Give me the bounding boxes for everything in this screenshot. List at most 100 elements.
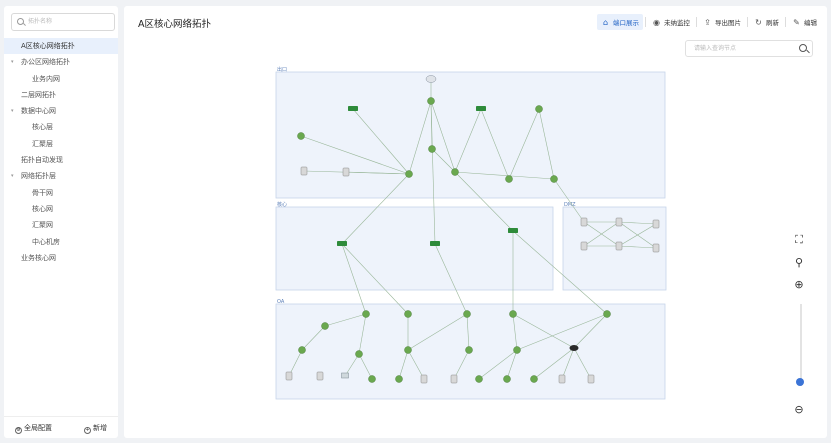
tree-item[interactable]: 业务核心网 [4,250,118,266]
router-icon[interactable] [550,175,558,183]
server-icon[interactable] [316,371,324,381]
router-icon[interactable] [362,310,370,318]
tree-item[interactable]: 业务内网 [4,71,118,87]
cloud-icon[interactable] [425,75,437,83]
router-icon[interactable] [427,97,435,105]
node-search-input[interactable]: 请输入查询节点 [685,40,813,57]
server-icon[interactable] [300,166,308,176]
router-icon[interactable] [428,145,436,153]
toolbar-button[interactable]: ↻ 刷新 [750,14,783,30]
toolbar-button[interactable]: ✎ 编辑 [788,14,821,30]
topology-search-input[interactable]: 拓扑名称 [11,13,115,31]
switch-icon[interactable] [337,241,347,246]
switch-icon[interactable] [430,241,440,246]
router-icon[interactable] [503,375,511,383]
server-icon[interactable] [652,243,660,253]
topology-canvas[interactable]: 出口核心 DMZ OA [124,6,827,438]
router-icon[interactable] [298,346,306,354]
zoom-out-button[interactable]: ⊖ [792,403,806,417]
router-icon[interactable] [513,346,521,354]
tree-item[interactable]: ▾ 网络拓扑层 [4,168,118,184]
switch-icon[interactable] [508,228,518,233]
router-icon[interactable] [355,350,363,358]
toolbar-button[interactable]: ⌂ 端口展示 [597,14,643,30]
fit-screen-icon: ⛶ [795,233,803,246]
server-icon[interactable] [342,167,350,177]
chevron-down-icon[interactable]: ▾ [11,168,14,184]
server-icon[interactable] [450,374,458,384]
tree-item[interactable]: 核心层 [4,119,118,135]
zoom-in-button[interactable]: ⊕ [792,278,806,292]
server-icon[interactable] [420,374,428,384]
tree-item-label: 拓扑自动发现 [21,156,63,165]
monitor-icon: ◉ [653,17,660,27]
router-icon[interactable] [603,310,611,318]
fit-screen-button[interactable]: ⛶ [792,233,806,247]
switch-icon[interactable] [348,106,358,111]
main-panel: 出口 核心 DMZ OA A区核心网络拓扑 ⌂ 端口展示 ◉ 未纳监控 ⇪ 导出图片 ↻ 刷新 ✎ 编辑… [124,6,827,438]
router-icon[interactable] [535,105,543,113]
server-icon[interactable] [580,241,588,251]
firewall-icon[interactable] [569,345,579,351]
zoom-out-icon: ⊖ [794,403,804,416]
server-icon[interactable] [652,219,660,229]
router-icon[interactable] [451,168,459,176]
tree-item[interactable]: A区核心网络拓扑 [4,38,118,55]
router-icon[interactable] [297,132,305,140]
toolbar-button[interactable]: ⇪ 导出图片 [699,14,745,30]
tree-item[interactable]: 汇聚网 [4,217,118,233]
switch-icon[interactable] [476,106,486,111]
router-icon[interactable] [404,346,412,354]
sidebar-footer: ⚙ 全局配置 + 新增 [4,416,118,438]
server-icon[interactable] [580,217,588,227]
router-icon[interactable] [505,175,513,183]
server-icon[interactable] [615,241,623,251]
group-label: OA [277,299,285,305]
server-icon[interactable] [558,374,566,384]
tree-item[interactable]: 汇聚层 [4,136,118,152]
tree-item-label: 网络拓扑层 [21,172,56,181]
chevron-down-icon[interactable]: ▾ [11,103,14,119]
router-icon[interactable] [368,375,376,383]
zoom-slider-handle[interactable] [796,377,804,386]
server-icon[interactable] [587,374,595,384]
tree-item[interactable]: 骨干网 [4,185,118,201]
pc-icon[interactable] [341,372,349,379]
router-icon[interactable] [475,375,483,383]
toolbar-button[interactable]: ◉ 未纳监控 [648,14,694,30]
global-config-button[interactable]: ⚙ 全局配置 [15,423,52,434]
server-icon[interactable] [615,217,623,227]
port-icon: ⌂ [602,17,609,27]
router-icon[interactable] [530,375,538,383]
tree-item[interactable]: 拓扑自动发现 [4,152,118,168]
tree-item[interactable]: 核心网 [4,201,118,217]
zoom-slider[interactable] [800,304,802,386]
global-config-label: 全局配置 [24,424,52,432]
toolbar-separator [696,17,697,27]
topology-group[interactable] [562,206,667,291]
router-icon[interactable] [463,310,471,318]
topology-group[interactable] [275,206,554,291]
server-icon[interactable] [285,371,293,381]
tree-item-label: 办公区网络拓扑 [21,58,70,67]
router-icon[interactable] [405,170,413,178]
tree-item-label: 二层网拓扑 [21,90,56,99]
router-icon[interactable] [321,322,329,330]
tree-item[interactable]: 二层网拓扑 [4,87,118,103]
export-icon: ⇪ [704,17,711,27]
layout-button[interactable]: ⚲ [792,256,806,270]
topology-search-placeholder: 拓扑名称 [28,18,53,25]
add-new-button[interactable]: + 新增 [84,423,107,434]
chevron-down-icon[interactable]: ▾ [11,54,14,70]
toolbar-button-label: 端口展示 [613,19,639,27]
tree-item-label: 业务核心网 [21,253,56,262]
tree-item[interactable]: 中心机房 [4,234,118,250]
router-icon[interactable] [395,375,403,383]
router-icon[interactable] [509,310,517,318]
tree-item[interactable]: ▾ 办公区网络拓扑 [4,54,118,70]
toolbar-separator [785,17,786,27]
router-icon[interactable] [404,310,412,318]
edit-icon: ✎ [793,17,800,27]
router-icon[interactable] [465,346,473,354]
tree-item[interactable]: ▾ 数据中心网 [4,103,118,119]
